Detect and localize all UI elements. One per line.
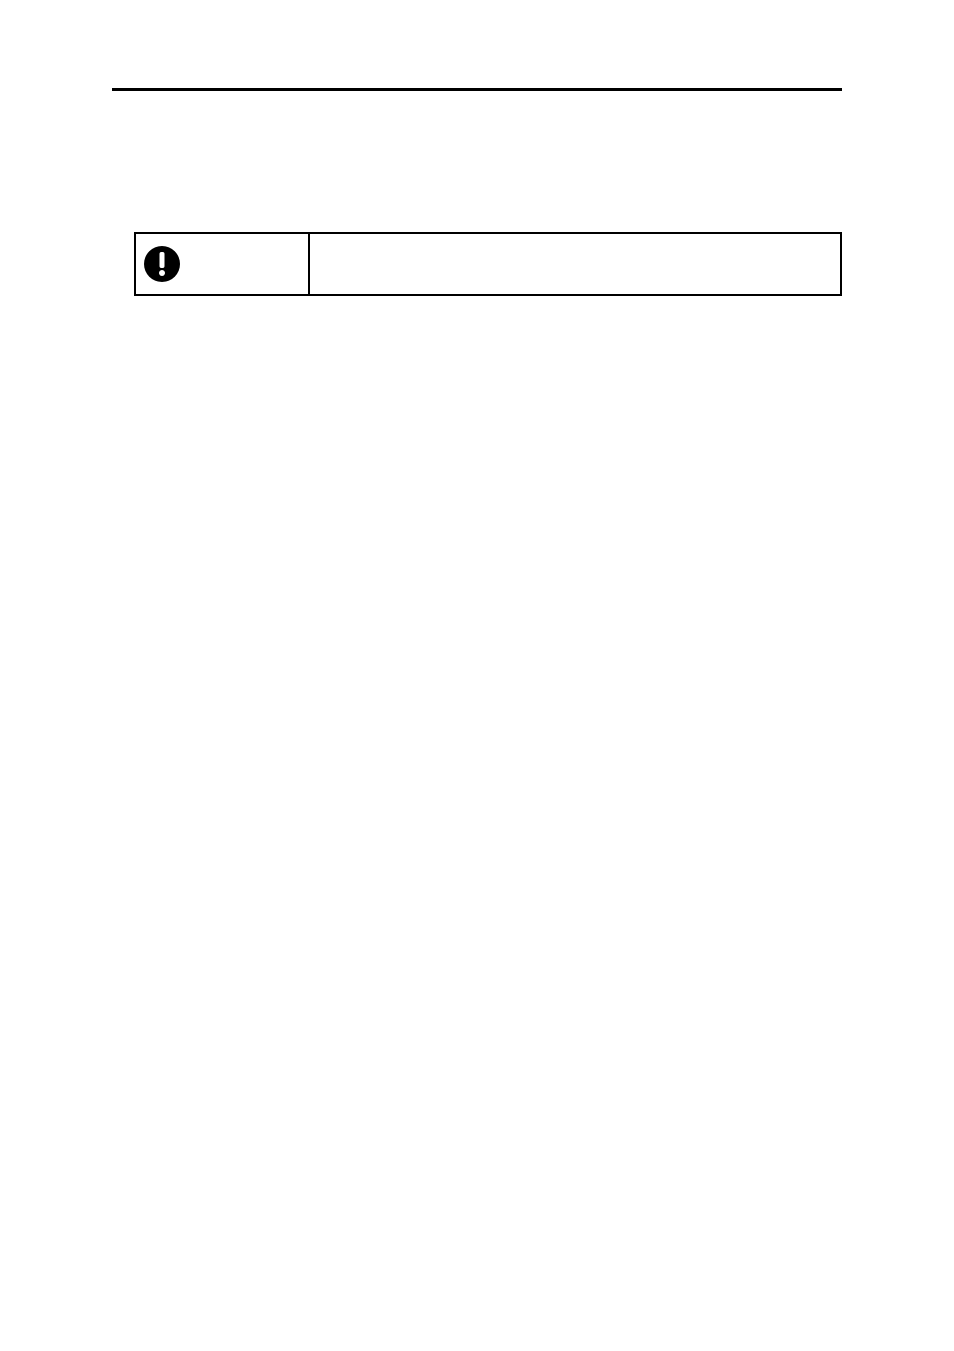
notice-box: [134, 232, 842, 296]
notice-icon-cell: [136, 234, 310, 294]
header-rule: [112, 88, 842, 91]
exclamation-icon: [144, 246, 180, 282]
notice-content-cell: [310, 234, 840, 294]
document-page: [0, 0, 954, 1351]
